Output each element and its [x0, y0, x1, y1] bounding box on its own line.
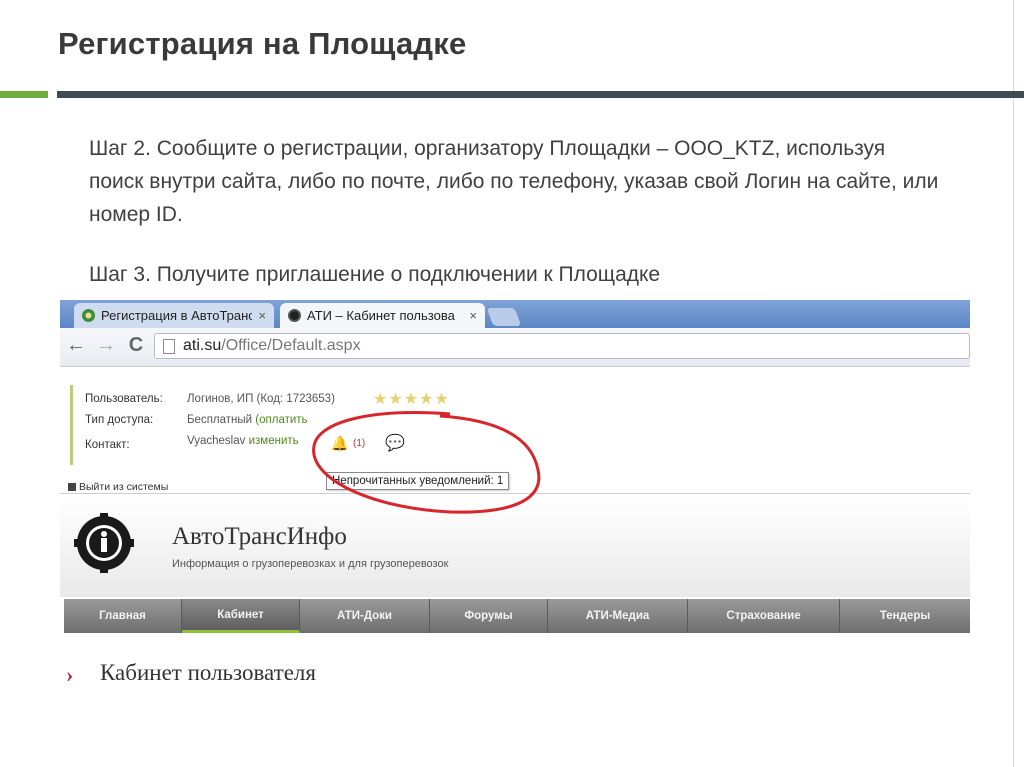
logout-link[interactable]: Выйти из системы: [68, 481, 168, 493]
close-tab-icon[interactable]: ×: [469, 308, 477, 323]
slide-title: Регистрация на Площадке: [58, 26, 467, 61]
nav-home[interactable]: Главная: [64, 599, 182, 633]
tab-label: Регистрация в АвтоТранс: [101, 308, 253, 323]
site-tagline: Информация о грузоперевозках и для грузо…: [172, 558, 449, 570]
site-nav: Главная Кабинет АТИ-Доки Форумы АТИ-Меди…: [64, 599, 970, 633]
nav-forums[interactable]: Форумы: [430, 599, 548, 633]
step-2-text: Шаг 2. Сообщите о регистрации, организат…: [89, 137, 939, 226]
contact-label: Контакт:: [85, 439, 130, 451]
forward-arrow-icon[interactable]: →: [94, 334, 118, 357]
section-title-text: Кабинет пользователя: [100, 660, 316, 685]
contact-value: Vyacheslav изменить: [187, 435, 299, 447]
address-bar[interactable]: ati.su/Office/Default.aspx: [154, 333, 970, 359]
edit-contact-link[interactable]: изменить: [249, 435, 299, 447]
logout-icon: [68, 483, 76, 492]
site-favicon-icon: [82, 309, 95, 322]
new-tab-button[interactable]: [486, 308, 522, 326]
ati-favicon-icon: [288, 309, 301, 322]
access-type: Бесплатный: [187, 414, 253, 426]
access-value: Бесплатный (оплатить: [187, 414, 308, 426]
user-value: Логинов, ИП (Код: 1723653): [187, 393, 335, 405]
close-tab-icon[interactable]: ×: [258, 308, 266, 323]
logout-label: Выйти из системы: [79, 481, 169, 493]
rating-stars-icon: ★★★★★: [373, 391, 450, 408]
reload-icon[interactable]: C: [124, 334, 148, 357]
nav-cabinet[interactable]: Кабинет: [182, 599, 300, 633]
page-icon: [163, 338, 175, 354]
url-path: /Office/Default.aspx: [221, 337, 361, 354]
nav-ati-media[interactable]: АТИ-Медиа: [548, 599, 688, 633]
tab-ati-cabinet[interactable]: АТИ – Кабинет пользова ×: [280, 303, 485, 328]
url-host: ati.su: [183, 337, 222, 354]
user-label: Пользователь:: [85, 393, 163, 405]
ati-logo-icon: [74, 513, 134, 573]
tab-strip: Регистрация в АвтоТранс × АТИ – Кабинет …: [60, 300, 970, 328]
back-arrow-icon[interactable]: ←: [64, 334, 88, 357]
tab-registration[interactable]: Регистрация в АвтоТранс ×: [74, 303, 274, 328]
nav-insurance[interactable]: Страхование: [688, 599, 840, 633]
step-3-text: Шаг 3. Получите приглашение о подключени…: [89, 263, 661, 286]
section-title: › Кабинет пользователя: [66, 660, 316, 687]
title-accent-bar: [0, 91, 48, 98]
slide-frame-border: [1013, 0, 1014, 767]
highlight-ellipse: [312, 411, 541, 514]
nav-ati-docs[interactable]: АТИ-Доки: [300, 599, 430, 633]
tab-label: АТИ – Кабинет пользова: [307, 308, 455, 323]
chevron-right-icon: ›: [66, 662, 74, 687]
access-label: Тип доступа:: [85, 414, 154, 426]
title-rule: [57, 91, 1024, 98]
nav-tenders[interactable]: Тендеры: [840, 599, 970, 633]
site-brand: АвтоТрансИнфо: [172, 523, 347, 550]
browser-toolbar: ← → C ati.su/Office/Default.aspx: [60, 328, 970, 367]
contact-name: Vyacheslav: [187, 435, 246, 447]
